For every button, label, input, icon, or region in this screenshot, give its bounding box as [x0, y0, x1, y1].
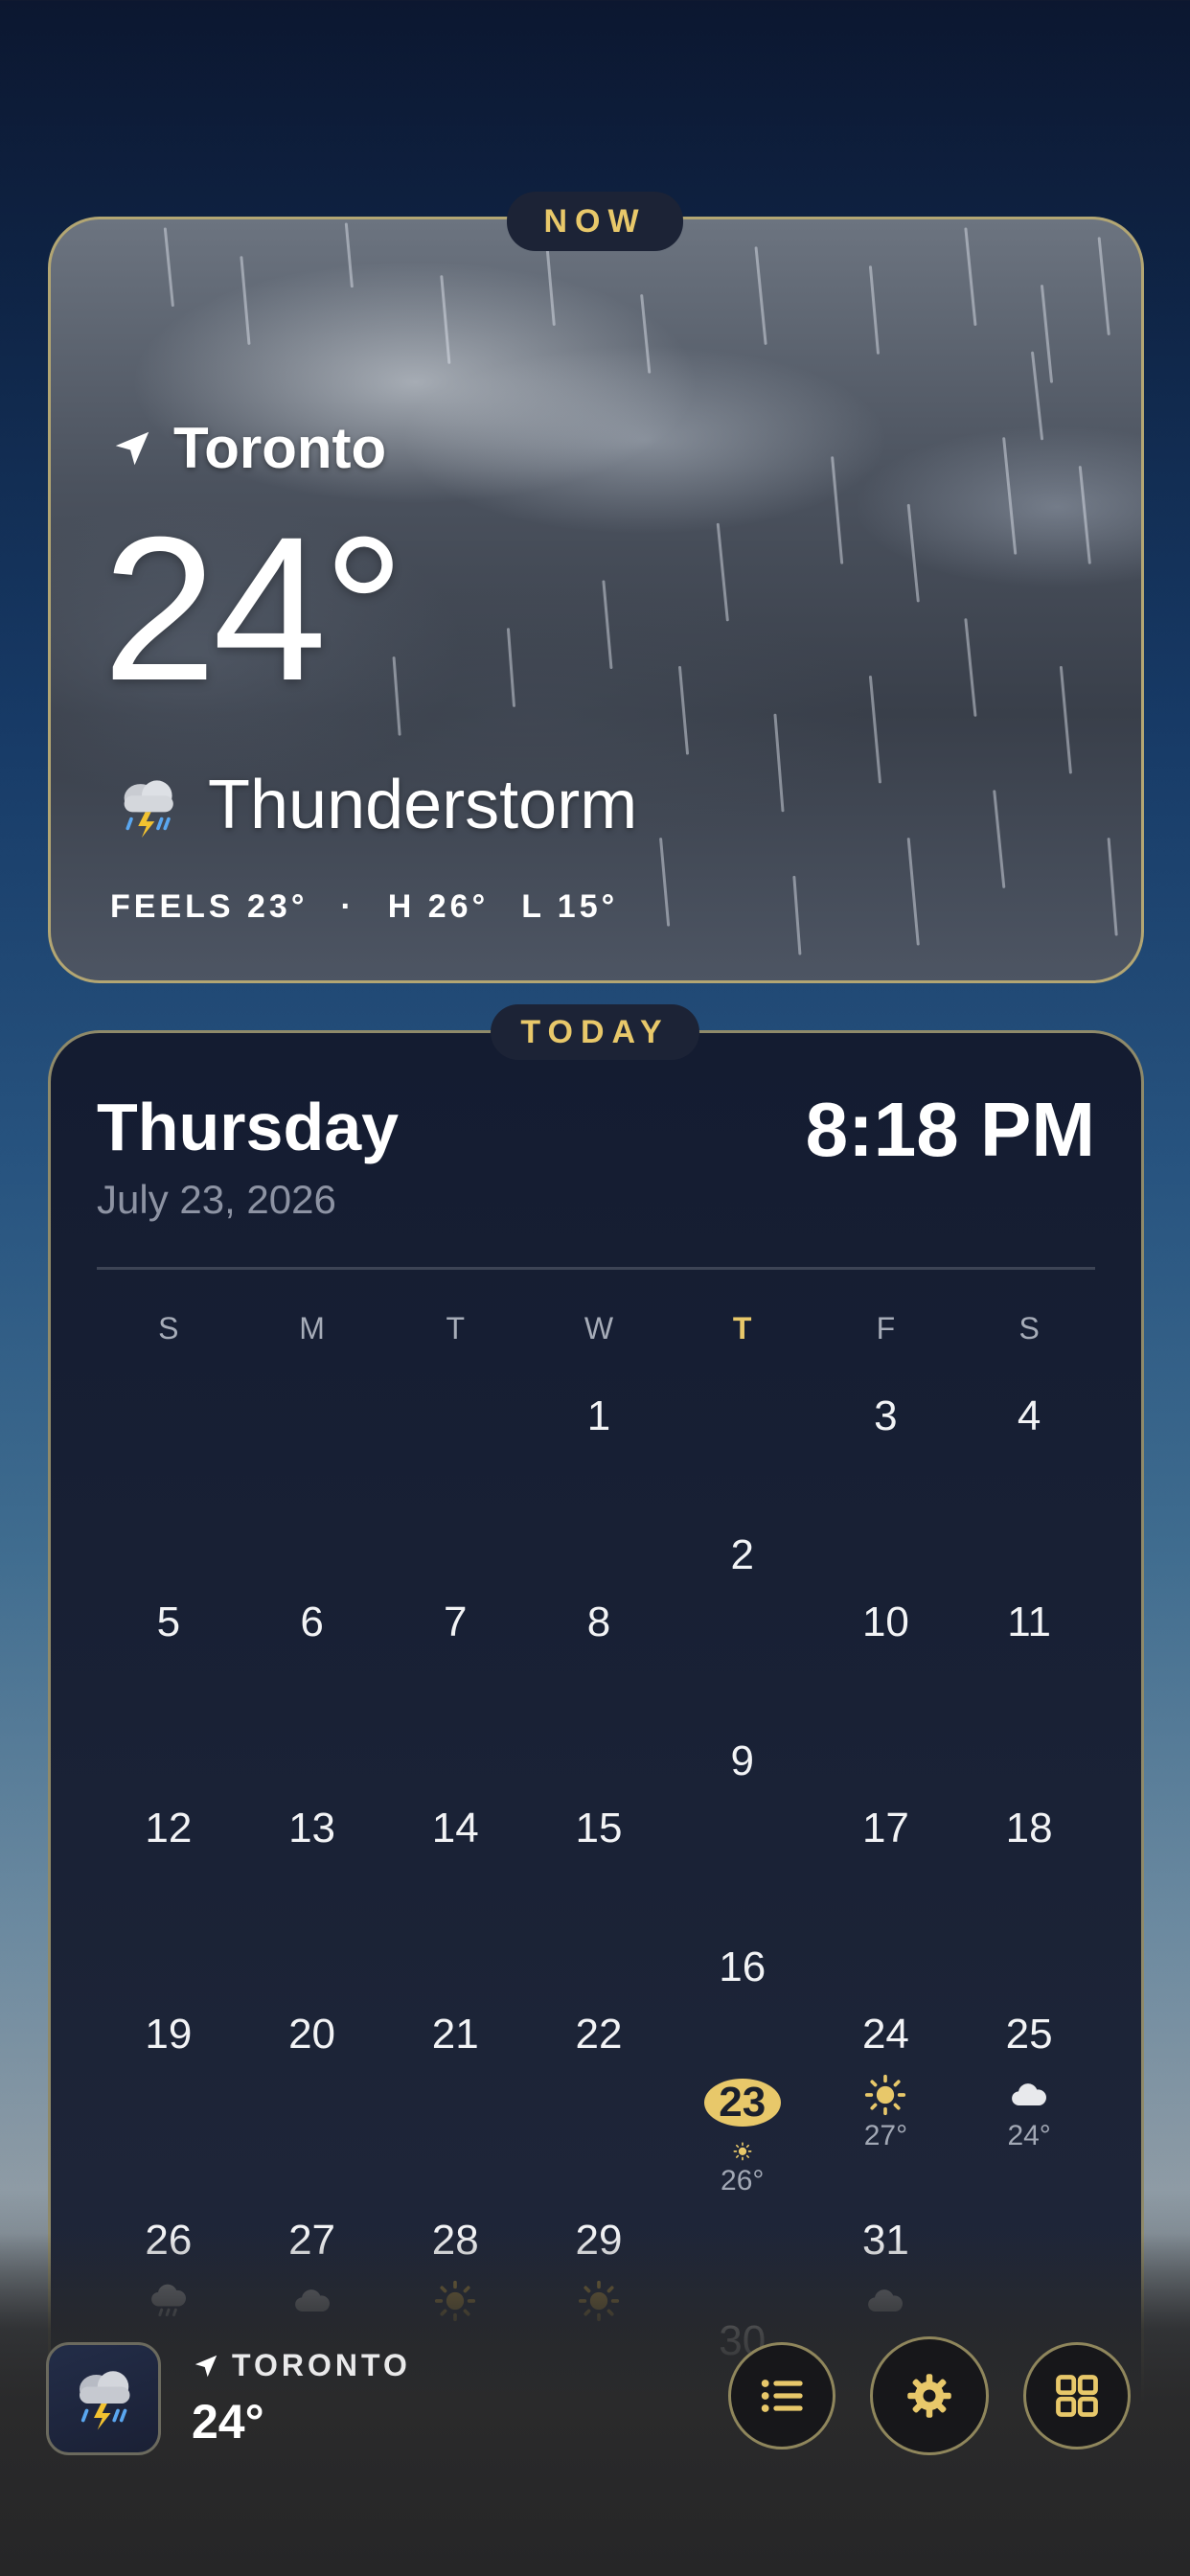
day-number: 10	[861, 1598, 909, 1645]
high-temp: H 26°	[387, 888, 490, 925]
settings-button[interactable]	[870, 2336, 989, 2455]
cloud-icon	[1012, 2083, 1047, 2106]
calendar-day-8[interactable]: 8	[527, 1579, 671, 1785]
weekday-label: W	[584, 1311, 614, 1346]
calendar-day-9[interactable]: 9	[671, 1579, 814, 1785]
sun-icon	[733, 2142, 752, 2161]
calendar-day-20[interactable]: 20	[240, 1991, 384, 2197]
calendar-day-22[interactable]: 22	[527, 1991, 671, 2197]
day-number: 17	[861, 1805, 909, 1852]
day-number: 7	[444, 1598, 468, 1645]
day-number: 18	[1005, 1805, 1053, 1852]
weekday-label: T	[446, 1311, 466, 1346]
weekday-label: S	[1018, 1311, 1040, 1346]
calendar-day-5[interactable]: 5	[97, 1579, 240, 1785]
forecast-temperature: 27°	[863, 2120, 908, 2151]
day-number: 12	[145, 1805, 193, 1852]
calendar-day-15[interactable]: 15	[527, 1785, 671, 1991]
calendar-day-10[interactable]: 10	[814, 1579, 958, 1785]
day-number: 21	[431, 2011, 479, 2058]
now-pill: NOW	[507, 192, 683, 251]
calendar-day-3[interactable]: 3	[814, 1373, 958, 1579]
day-number: 20	[288, 2011, 336, 2058]
city-name: Toronto	[173, 416, 387, 480]
location-arrow-icon	[195, 2355, 217, 2377]
calendar-day-11[interactable]: 11	[957, 1579, 1101, 1785]
thunderstorm-icon	[124, 780, 173, 839]
calendar-day-14[interactable]: 14	[383, 1785, 527, 1991]
weather-app-icon[interactable]	[46, 2342, 161, 2455]
calendar-day-17[interactable]: 17	[814, 1785, 958, 1991]
sun-icon	[865, 2074, 906, 2116]
day-number: 24	[861, 2011, 909, 2058]
today-pill: TODAY	[491, 1004, 699, 1060]
calendar-empty	[240, 1373, 384, 1579]
calendar-day-21[interactable]: 21	[383, 1991, 527, 2197]
grid-icon	[1056, 2375, 1098, 2417]
day-number: 1	[586, 1392, 611, 1439]
day-number: 16	[719, 1944, 767, 1990]
day-number: 13	[288, 1805, 336, 1852]
calendar-day-13[interactable]: 13	[240, 1785, 384, 1991]
current-time: 8:18 PM	[805, 1087, 1095, 1172]
low-temp: L 15°	[521, 888, 619, 925]
calendar-day-25[interactable]: 25 24°	[957, 1991, 1101, 2197]
day-number: 5	[156, 1598, 181, 1645]
full-date: July 23, 2026	[97, 1177, 336, 1222]
calendar-day-18[interactable]: 18	[957, 1785, 1101, 1991]
dock-temperature: 24°	[192, 2395, 264, 2449]
day-number: 8	[586, 1598, 611, 1645]
calendar-empty	[97, 1373, 240, 1579]
calendar-day-1[interactable]: 1	[527, 1373, 671, 1579]
day-number: 25	[1005, 2011, 1053, 2058]
feels-like: FEELS 23°	[110, 888, 309, 925]
weekday-label: T	[732, 1311, 752, 1346]
current-weather-card[interactable]: Toronto 24° Thunderstorm FEELS 23° · H 2…	[48, 217, 1144, 983]
dock-location: TORONTO	[192, 2348, 411, 2383]
thunderstorm-icon	[80, 2371, 130, 2430]
forecast-temperature: 26°	[721, 2165, 765, 2196]
day-number: 9	[730, 1737, 754, 1784]
calendar-empty	[383, 1373, 527, 1579]
calendar-day-19[interactable]: 19	[97, 1991, 240, 2197]
calendar-day-6[interactable]: 6	[240, 1579, 384, 1785]
today-marker: 23	[703, 2079, 781, 2128]
day-number: 3	[874, 1392, 898, 1439]
calendar-day-7[interactable]: 7	[383, 1579, 527, 1785]
weekday-label: S	[158, 1311, 179, 1346]
day-number: 15	[575, 1805, 623, 1852]
day-number: 2	[730, 1531, 754, 1578]
calendar-day-16[interactable]: 16	[671, 1785, 814, 1991]
stats-separator: ·	[340, 888, 355, 925]
day-number: 11	[1007, 1598, 1051, 1645]
day-number: 14	[431, 1805, 479, 1852]
current-temperature: 24°	[103, 494, 405, 724]
calendar-day-12[interactable]: 12	[97, 1785, 240, 1991]
forecast-temperature: 24°	[1007, 2120, 1051, 2151]
gear-icon	[907, 2374, 951, 2418]
weekday-label: M	[299, 1311, 325, 1346]
day-number: 6	[300, 1598, 324, 1645]
weekday-header: SMTWTFS	[97, 1311, 1101, 1346]
calendar-day-2[interactable]: 2	[671, 1373, 814, 1579]
stats-row: FEELS 23° · H 26° L 15°	[110, 888, 618, 926]
calendar-day-24[interactable]: 24 27°	[814, 1991, 958, 2197]
calendar-day-23[interactable]: 23 26°	[671, 1991, 814, 2197]
day-number: 4	[1017, 1392, 1041, 1439]
day-number: 19	[145, 2011, 193, 2058]
bottom-dock: TORONTO 24°	[0, 2336, 1190, 2457]
calendar-day-4[interactable]: 4	[957, 1373, 1101, 1579]
location-row[interactable]: Toronto	[110, 415, 386, 481]
grid-button[interactable]	[1023, 2342, 1131, 2450]
day-number: 22	[575, 2011, 623, 2058]
condition-text: Thunderstorm	[208, 767, 638, 843]
weekday-label: F	[876, 1311, 896, 1346]
divider	[97, 1267, 1095, 1270]
condition-row: Thunderstorm	[110, 766, 637, 844]
list-icon	[761, 2380, 803, 2412]
location-arrow-icon	[115, 431, 149, 465]
dock-location-label: TORONTO	[232, 2348, 411, 2382]
day-name: Thursday	[97, 1090, 400, 1164]
list-button[interactable]	[728, 2342, 835, 2450]
